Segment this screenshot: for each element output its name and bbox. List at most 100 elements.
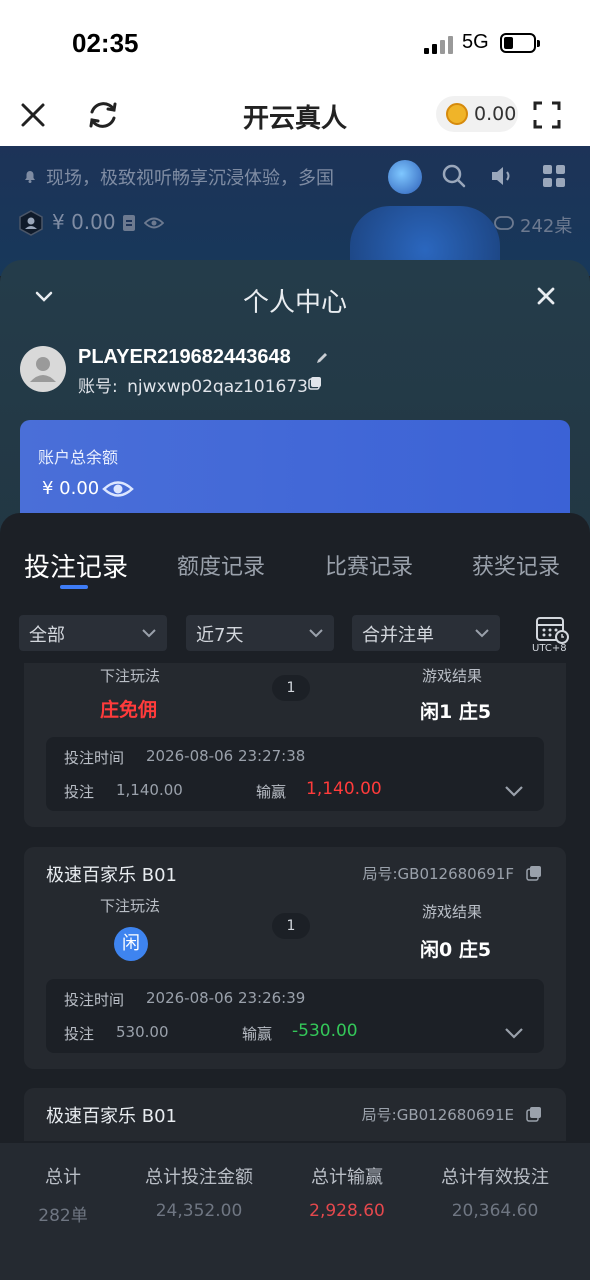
- utc-label: UTC+8: [532, 643, 567, 654]
- panel-close-icon[interactable]: [534, 284, 558, 308]
- copy-icon[interactable]: [526, 865, 542, 881]
- bet-record-list: 下注玩法 游戏结果 1 庄免佣 闲1 庄5 投注时间 2026-08-06 23…: [0, 663, 590, 1141]
- account-row: 账号: njwxwp02qaz101673: [78, 372, 308, 397]
- bet-record-card[interactable]: 极速百家乐 B01 局号:GB012680691F 下注玩法 游戏结果 1 闲 …: [24, 847, 566, 1069]
- bet-amount-label: 投注: [64, 783, 95, 801]
- username: PLAYER219682443648: [78, 346, 291, 368]
- announcement-marquee: 现场，极致视听畅享沉浸体验，多国: [46, 168, 334, 189]
- bet-time-value: 2026-08-06 23:27:38: [146, 747, 306, 765]
- chevron-down-icon: [142, 629, 156, 638]
- filter-date-value: 近7天: [196, 625, 244, 646]
- game-name: 极速百家乐 B01: [46, 1106, 177, 1127]
- signal-icon: [424, 34, 454, 54]
- bell-icon: [25, 171, 35, 183]
- tab-match-records[interactable]: 比赛记录: [325, 549, 413, 581]
- balance-label: 账户总余额: [38, 448, 119, 467]
- tab-award-records[interactable]: 获奖记录: [472, 549, 560, 581]
- user-hex-icon: [19, 210, 43, 236]
- bet-play-label: 下注玩法: [100, 897, 161, 915]
- wallet-icon: [123, 215, 135, 231]
- battery-icon: [500, 33, 540, 53]
- filter-type-select[interactable]: 全部: [19, 615, 167, 651]
- top-nav: 开云真人 0.00: [0, 84, 590, 146]
- volume-icon[interactable]: [488, 162, 516, 190]
- balance-value: ¥ 0.00: [42, 478, 100, 499]
- bet-time-label: 投注时间: [64, 749, 125, 767]
- bet-detail: 投注时间 2026-08-06 23:26:39 投注 530.00 输赢 -5…: [46, 979, 544, 1053]
- table-icon: [494, 216, 514, 230]
- balance-card: 账户总余额 ¥ 0.00: [20, 420, 570, 520]
- total-valid-label: 总计有效投注: [441, 1167, 549, 1188]
- tables-count: 242桌: [520, 216, 573, 237]
- filter-merge-select[interactable]: 合并注单: [352, 615, 500, 651]
- bet-play-value: 庄免佣: [100, 699, 158, 721]
- bet-play-chip: 闲: [114, 927, 148, 961]
- coin-balance[interactable]: 0.00: [436, 96, 518, 132]
- avatar[interactable]: [20, 346, 66, 392]
- total-count-value: 282单: [38, 1206, 88, 1226]
- filter-bar: 全部 近7天 合并注单: [0, 615, 590, 653]
- fullscreen-icon[interactable]: [530, 98, 564, 132]
- win-loss-value: 1,140.00: [306, 779, 382, 799]
- win-loss-value: -530.00: [292, 1021, 358, 1041]
- globe-icon[interactable]: [388, 160, 422, 194]
- total-win-label: 总计输赢: [311, 1167, 383, 1188]
- record-tabs: 投注记录 额度记录 比赛记录 获奖记录: [0, 545, 590, 595]
- account-id: njwxwp02qaz101673: [127, 377, 308, 397]
- total-count: 总计 282单: [20, 1163, 106, 1226]
- copy-icon[interactable]: [308, 376, 322, 390]
- eye-icon[interactable]: [144, 216, 164, 230]
- avatar-person-icon: [30, 357, 56, 382]
- total-valid-bet: 总计有效投注 20,364.60: [428, 1163, 562, 1221]
- grid-menu-icon[interactable]: [540, 162, 568, 190]
- bet-amount-value: 530.00: [116, 1023, 169, 1041]
- total-bet-label: 总计投注金额: [145, 1167, 253, 1188]
- total-count-label: 总计: [45, 1167, 81, 1188]
- account-label: 账号:: [78, 377, 118, 397]
- panel-title: 个人中心: [242, 288, 347, 318]
- bet-time-label: 投注时间: [64, 991, 125, 1009]
- expand-chevron-icon[interactable]: [504, 1025, 524, 1041]
- coin-icon: [446, 103, 468, 125]
- filter-merge-value: 合并注单: [362, 625, 434, 646]
- total-bet-amount: 总计投注金额 24,352.00: [132, 1163, 266, 1221]
- balance-eye-icon[interactable]: [102, 478, 134, 500]
- result-label: 游戏结果: [422, 667, 483, 685]
- bet-amount-value: 1,140.00: [116, 781, 183, 799]
- bet-quantity: 1: [272, 675, 310, 701]
- win-loss-label: 输赢: [256, 783, 287, 801]
- bet-play-label: 下注玩法: [100, 667, 161, 685]
- round-number: 局号:GB012680691F: [362, 865, 515, 883]
- chevron-down-icon: [475, 629, 489, 638]
- tab-bet-records[interactable]: 投注记录: [24, 547, 128, 584]
- game-name: 极速百家乐 B01: [46, 865, 177, 886]
- bet-amount-label: 投注: [64, 1025, 95, 1043]
- search-icon[interactable]: [440, 162, 468, 190]
- game-header: 现场，极致视听畅享沉浸体验，多国 ¥ 0.00 242桌: [0, 146, 590, 276]
- tab-credit-records[interactable]: 额度记录: [177, 549, 265, 581]
- filter-date-select[interactable]: 近7天: [186, 615, 334, 651]
- total-bet-value: 24,352.00: [155, 1201, 243, 1221]
- total-valid-value: 20,364.60: [451, 1201, 539, 1221]
- wallet-amount: ¥ 0.00: [52, 210, 116, 234]
- status-bar: 02:35 5G: [0, 0, 590, 84]
- bet-time-value: 2026-08-06 23:26:39: [146, 989, 306, 1007]
- totals-bar: 总计 282单 总计投注金额 24,352.00 总计输赢 2,928.60 总…: [0, 1143, 590, 1280]
- bet-quantity: 1: [272, 913, 310, 939]
- status-time: 02:35: [72, 28, 139, 58]
- coin-amount: 0.00: [474, 103, 517, 125]
- bet-record-card[interactable]: 下注玩法 游戏结果 1 庄免佣 闲1 庄5 投注时间 2026-08-06 23…: [24, 663, 566, 827]
- chevron-down-icon: [309, 629, 323, 638]
- expand-chevron-icon[interactable]: [504, 783, 524, 799]
- total-win-value: 2,928.60: [309, 1201, 385, 1221]
- filter-type-value: 全部: [29, 625, 65, 646]
- bet-record-card[interactable]: 极速百家乐 B01 局号:GB012680691E: [24, 1088, 566, 1141]
- edit-icon[interactable]: [314, 350, 330, 366]
- result-value: 闲0 庄5: [420, 939, 492, 961]
- total-win-loss: 总计输赢 2,928.60: [298, 1163, 396, 1221]
- network-label: 5G: [462, 31, 489, 53]
- bet-detail: 投注时间 2026-08-06 23:27:38 投注 1,140.00 输赢 …: [46, 737, 544, 811]
- round-number: 局号:GB012680691E: [361, 1106, 514, 1124]
- copy-icon[interactable]: [526, 1106, 542, 1122]
- result-label: 游戏结果: [422, 903, 483, 921]
